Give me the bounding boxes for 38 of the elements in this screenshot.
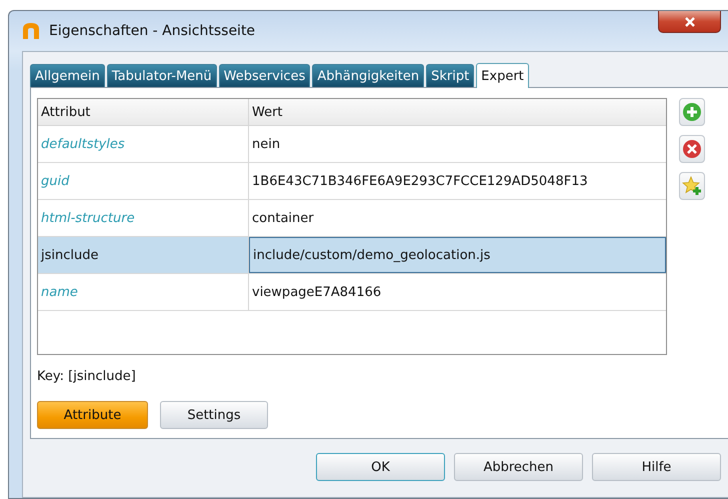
plus-icon [682, 102, 702, 122]
column-header: Wert [251, 104, 284, 122]
view-toggle-button[interactable]: Settings [160, 401, 268, 429]
close-icon [684, 16, 696, 28]
tab[interactable]: Abhängigkeiten [312, 64, 424, 87]
attribute-cell: jsinclude [38, 237, 249, 273]
dialog-button[interactable]: Hilfe [592, 453, 721, 481]
attribute-cell: html-structure [38, 200, 249, 236]
tab[interactable]: Webservices [218, 64, 310, 87]
key-label: Key: [jsinclude] [37, 369, 137, 384]
dialog-button[interactable]: Abbrechen [454, 453, 583, 481]
close-button[interactable] [658, 11, 721, 33]
remove-icon [682, 139, 702, 159]
column-header: Attribut [38, 99, 249, 125]
tab[interactable]: Skript [426, 64, 474, 87]
attribute-cell: guid [38, 163, 249, 199]
add-button[interactable] [679, 98, 705, 126]
attribute-cell: defaultstyles [38, 126, 249, 162]
app-logo-icon [21, 21, 41, 41]
tab[interactable]: Tabulator-Menü [106, 64, 217, 87]
value-cell: include/custom/demo_geolocation.js [249, 237, 666, 273]
favorite-button[interactable] [679, 172, 705, 200]
remove-button[interactable] [679, 135, 705, 163]
value-cell-text: 1B6E43C71B346FE6A9E293C7FCCE129AD5048F13 [251, 172, 589, 190]
tab[interactable]: Expert [476, 63, 529, 88]
attribute-cell: name [38, 274, 249, 310]
table-row[interactable]: guid 1B6E43C71B346FE6A9E293C7FCCE129AD5048F13 [38, 163, 666, 200]
table-row[interactable]: jsinclude include/custom/demo_geolocation.js [38, 237, 666, 274]
table-row[interactable]: defaultstyles nein [38, 126, 666, 163]
star-plus-icon [682, 176, 702, 196]
value-cell-text: nein [251, 136, 282, 154]
dialog-button[interactable]: OK [316, 453, 445, 481]
value-cell-text: container [251, 210, 315, 228]
tab[interactable]: Allgemein [30, 64, 105, 87]
table-row[interactable]: name viewpageE7A84166 [38, 274, 666, 311]
window-title: Eigenschaften - Ansichtsseite [49, 23, 256, 39]
view-toggle-button[interactable]: Attribute [37, 401, 148, 429]
value-cell-text: viewpageE7A84166 [251, 284, 382, 302]
